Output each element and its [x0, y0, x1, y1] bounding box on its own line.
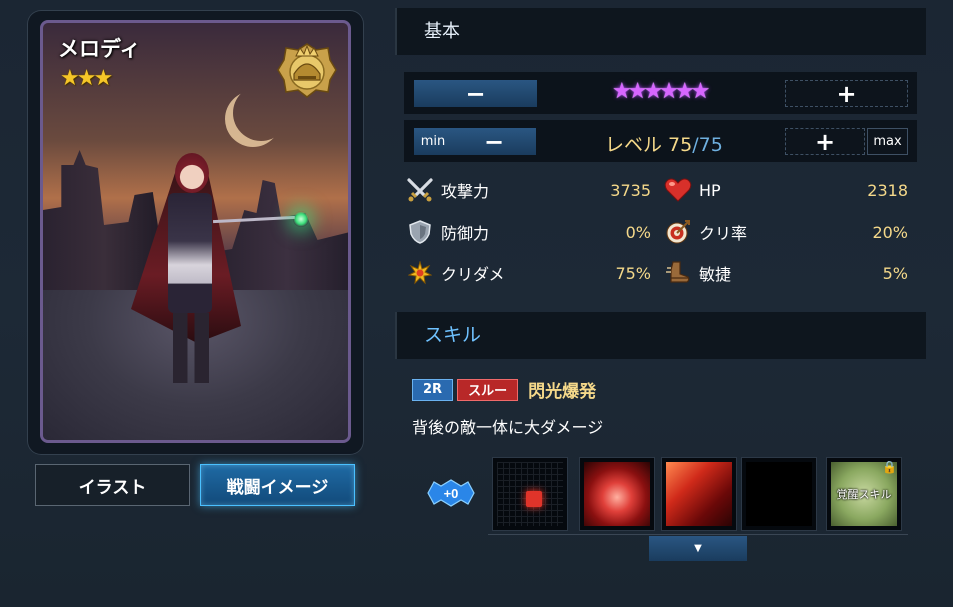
stat-crit-damage-label: クリダメ — [441, 265, 505, 284]
red-archer-icon — [666, 462, 732, 526]
stat-agility-label: 敏捷 — [699, 265, 732, 284]
level-max-value: /75 — [692, 134, 723, 156]
character-legs — [173, 313, 209, 383]
grid-slot-icon — [497, 462, 563, 526]
target-icon — [663, 218, 693, 246]
level-min-button[interactable]: min — [414, 128, 452, 155]
stat-crit-damage: クリダメ 75% — [405, 259, 651, 287]
red-burst-sphere-icon — [584, 462, 650, 526]
stat-attack: 攻撃力 3735 — [405, 176, 651, 204]
skill-slot-4[interactable] — [741, 457, 817, 531]
skill-plus-text: +0 — [444, 486, 459, 501]
level-minus-button[interactable]: − — [452, 128, 536, 156]
stat-crit-rate-value: 20% — [872, 222, 908, 242]
illust-button[interactable]: イラスト — [35, 464, 190, 506]
shield-icon — [405, 218, 435, 246]
skill-type-tag: スルー — [457, 378, 519, 401]
starburst-icon — [405, 259, 435, 287]
skill-description: 背後の敵一体に大ダメージ — [412, 418, 604, 437]
stat-hp: HP 2318 — [663, 176, 908, 204]
skill-name: 閃光爆発 — [528, 382, 597, 402]
character-body — [168, 193, 212, 313]
level-current: レベル 75 — [605, 134, 693, 156]
awaken-stars: ★★★★★★ — [612, 79, 710, 104]
stat-crit-damage-value: 75% — [615, 263, 651, 283]
level-plus-button[interactable]: + — [785, 128, 865, 156]
skill-slot-2[interactable] — [579, 457, 655, 531]
awaken-minus-button[interactable]: − — [414, 80, 537, 108]
character-name: メロディ — [58, 37, 141, 61]
awaken-plus-button[interactable]: + — [785, 80, 908, 108]
basic-section-title: 基本 — [424, 21, 460, 42]
skill-turn-tag: 2R — [412, 378, 454, 401]
crossed-swords-icon — [405, 176, 435, 204]
awaken-skill-slot[interactable]: 覚醒スキル 🔒 — [826, 457, 902, 531]
skill-tags: 2R スルー 閃光爆発 — [412, 377, 596, 402]
skill-section-title: スキル — [424, 324, 482, 346]
character-head — [175, 153, 209, 193]
rarity-stars: ★★★ — [60, 66, 113, 91]
stat-hp-label: HP — [699, 180, 721, 200]
level-max-button[interactable]: max — [867, 128, 908, 155]
stat-crit-rate-label: クリ率 — [699, 224, 748, 243]
stat-agility: 敏捷 5% — [663, 259, 908, 287]
stat-defense: 防御力 0% — [405, 218, 651, 246]
lock-icon: 🔒 — [882, 460, 897, 474]
empty-slot — [746, 462, 812, 526]
awaken-skill-label: 覚醒スキル — [836, 488, 892, 501]
expand-button[interactable]: ▼ — [649, 536, 747, 561]
boot-icon — [663, 259, 693, 287]
green-orb — [293, 211, 309, 227]
stat-crit-rate: クリ率 20% — [663, 218, 908, 246]
stat-defense-value: 0% — [625, 222, 651, 242]
stat-attack-label: 攻撃力 — [441, 182, 490, 201]
skill-plus-badge: +0 — [427, 479, 475, 507]
slots-divider — [488, 534, 908, 535]
stat-hp-value: 2318 — [867, 180, 908, 200]
red-dot-icon — [526, 491, 542, 507]
stat-agility-value: 5% — [882, 263, 908, 283]
battle-image-button[interactable]: 戦闘イメージ — [200, 464, 355, 506]
crowned-helmet-emblem-icon — [277, 43, 337, 98]
skill-slot-3[interactable] — [661, 457, 737, 531]
stat-defense-label: 防御力 — [441, 224, 490, 243]
skill-section-header: スキル — [395, 312, 926, 359]
skill-slot-1[interactable] — [492, 457, 568, 531]
heart-icon — [663, 176, 693, 204]
chevron-down-icon: ▼ — [694, 543, 702, 554]
basic-section-header: 基本 — [395, 8, 926, 55]
level-display: レベル 75/75 — [605, 130, 723, 157]
stat-attack-value: 3735 — [610, 180, 651, 200]
